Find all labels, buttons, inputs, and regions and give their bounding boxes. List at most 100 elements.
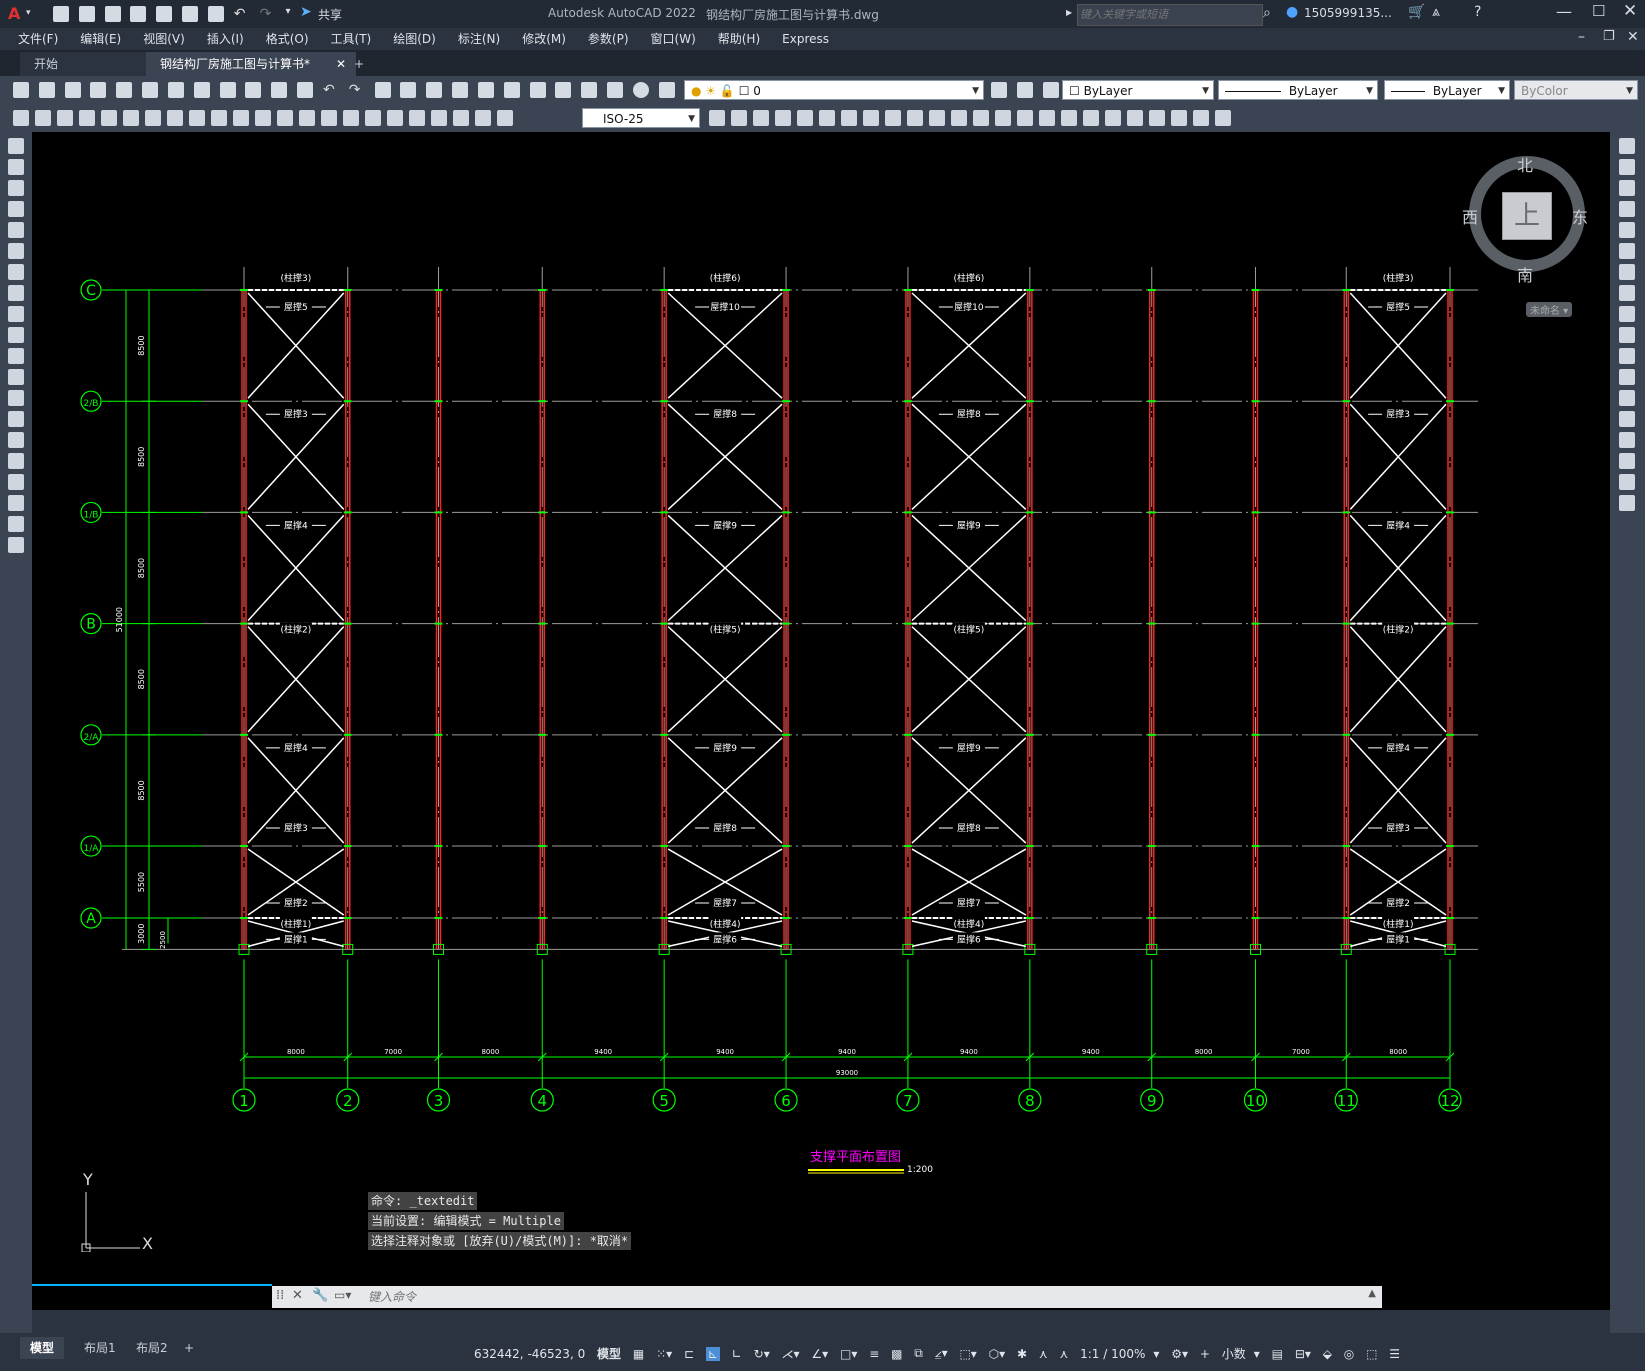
dim-quick-icon[interactable] — [255, 110, 271, 126]
snap-icon[interactable]: ⁙▾ — [656, 1347, 672, 1361]
plotstyle-combo[interactable]: ByColor ▼ — [1514, 80, 1638, 100]
cone-icon[interactable] — [929, 110, 945, 126]
zoom-realtime-icon[interactable] — [400, 82, 417, 98]
dim-angular-icon[interactable] — [233, 110, 249, 126]
user-name[interactable]: 1505999135... — [1304, 6, 1392, 20]
revcloud-icon[interactable] — [8, 285, 24, 301]
tab-start[interactable]: 开始 — [20, 52, 158, 76]
move-icon[interactable] — [1619, 243, 1635, 259]
app-menu-chevron-icon[interactable]: ▾ — [26, 8, 31, 18]
units-dropdown[interactable]: 小数 — [1222, 1345, 1246, 1362]
dim-tolerance-icon[interactable] — [365, 110, 381, 126]
array-icon[interactable] — [1619, 222, 1635, 238]
shell-icon[interactable] — [1215, 110, 1231, 126]
planar-icon[interactable] — [1061, 110, 1077, 126]
tab-layout1[interactable]: 布局1 — [74, 1337, 126, 1359]
pan-icon[interactable] — [374, 82, 391, 98]
viewcube[interactable]: 上 北 南 东 西 — [1462, 152, 1598, 285]
slice-icon[interactable] — [1083, 110, 1099, 126]
revolve-icon[interactable] — [841, 110, 857, 126]
dim-ordinate-icon[interactable] — [145, 110, 161, 126]
block-editor-icon[interactable] — [297, 82, 314, 98]
erase-icon[interactable] — [1619, 138, 1635, 154]
presspull-icon[interactable] — [797, 110, 813, 126]
dim-aligned-icon[interactable] — [101, 110, 117, 126]
menu-item-6[interactable]: 绘图(D) — [382, 28, 447, 50]
close-icon[interactable]: ✕ — [1623, 1, 1637, 21]
arc-icon[interactable] — [8, 243, 24, 259]
clean-screen-icon[interactable]: ⬚ — [1366, 1347, 1377, 1361]
sheet-set-icon[interactable] — [555, 82, 572, 98]
undo-icon[interactable]: ↶ — [234, 6, 250, 22]
chamfer-icon[interactable] — [1619, 432, 1635, 448]
maximize-icon[interactable]: ☐ — [1592, 2, 1605, 20]
menu-item-4[interactable]: 格式(O) — [255, 28, 320, 50]
polygon-icon[interactable] — [8, 201, 24, 217]
tab-active-drawing[interactable]: 钢结构厂房施工图与计算书* ✕ — [146, 52, 356, 76]
extrude-icon[interactable] — [775, 110, 791, 126]
polyline-icon[interactable] — [8, 180, 24, 196]
lineweight-icon[interactable]: ≡ — [869, 1347, 879, 1361]
gradient-icon[interactable] — [8, 453, 24, 469]
markup-icon[interactable] — [581, 82, 598, 98]
line-icon[interactable] — [8, 138, 24, 154]
join-icon[interactable] — [1619, 411, 1635, 427]
command-line[interactable]: ⁞⁞ ✕ 🔧 ▭▾ ▲ — [272, 1286, 1382, 1308]
selection-filter-icon[interactable]: ⬡▾ — [989, 1347, 1006, 1361]
command-grip-icon[interactable]: ⁞⁞ — [276, 1288, 284, 1303]
mtext-icon[interactable] — [8, 516, 24, 532]
dim-style-combo[interactable]: ISO-25 ▼ — [582, 108, 700, 128]
layer-properties-icon[interactable] — [658, 82, 675, 98]
open-icon[interactable] — [38, 82, 55, 98]
torus-icon[interactable] — [995, 110, 1011, 126]
layer-previous-icon[interactable] — [1016, 82, 1033, 98]
layer-combo[interactable]: ● ☀ 🔓 ☐ 0 ▼ — [684, 80, 984, 100]
make-block-icon[interactable] — [8, 390, 24, 406]
xline-icon[interactable] — [8, 159, 24, 175]
dim-continue-icon[interactable] — [299, 110, 315, 126]
dynamic-input-icon[interactable]: ⊾ — [705, 1346, 720, 1361]
tool-palettes-icon[interactable] — [529, 82, 546, 98]
rotate-icon[interactable] — [1619, 264, 1635, 280]
menu-item-3[interactable]: 插入(I) — [196, 28, 255, 50]
tab-add-layout[interactable]: + — [176, 1337, 202, 1359]
3d-osnap-icon[interactable]: ⦤▾ — [935, 1346, 948, 1361]
dim-oblique-icon[interactable] — [453, 110, 469, 126]
point-icon[interactable] — [8, 411, 24, 427]
polysolid-icon[interactable] — [1039, 110, 1055, 126]
dim-inspect-icon[interactable] — [409, 110, 425, 126]
dynamic-ucs-icon[interactable]: ⬚▾ — [959, 1347, 976, 1361]
table-icon[interactable] — [8, 495, 24, 511]
command-close-icon[interactable]: ✕ — [292, 1288, 303, 1303]
autodesk-a360-icon[interactable]: ⩓ — [1432, 4, 1440, 20]
linetype-combo[interactable]: ByLayer ▼ — [1218, 80, 1378, 100]
cart-icon[interactable]: 🛒 — [1408, 4, 1425, 20]
menu-item-12[interactable]: Express — [771, 28, 840, 50]
layer-states-icon[interactable] — [1042, 82, 1059, 98]
circle-icon[interactable] — [8, 264, 24, 280]
dim-baseline-icon[interactable] — [277, 110, 293, 126]
zoom-previous-icon[interactable] — [452, 82, 469, 98]
qnew-icon[interactable] — [13, 82, 29, 98]
union-icon[interactable] — [709, 110, 725, 126]
doc-restore-icon[interactable]: ❐ — [1603, 29, 1615, 44]
break-at-point-icon[interactable] — [1619, 369, 1635, 385]
trim-icon[interactable] — [1619, 327, 1635, 343]
loft-icon[interactable] — [863, 110, 879, 126]
help-icon[interactable]: ? — [1474, 4, 1481, 20]
search-icon[interactable]: ⌕ — [1263, 5, 1271, 21]
selection-cycling-icon[interactable]: ⧉ — [914, 1346, 923, 1361]
thicken-icon[interactable] — [1149, 110, 1165, 126]
units-dropdown-icon[interactable]: ▾ — [1254, 1347, 1260, 1361]
extend-icon[interactable] — [1619, 348, 1635, 364]
pyramid-icon[interactable] — [1017, 110, 1033, 126]
annotation-visibility-icon[interactable]: ⋏ — [1039, 1347, 1048, 1361]
mirror-icon[interactable] — [1619, 180, 1635, 196]
offset-icon[interactable] — [1619, 201, 1635, 217]
open-web-icon[interactable] — [156, 6, 173, 22]
undo-tb-icon[interactable]: ↶ — [323, 82, 339, 98]
share-button[interactable]: 共享 — [318, 6, 342, 23]
annotation-scale-dropdown-icon[interactable]: ▾ — [1153, 1347, 1159, 1361]
model-space-toggle[interactable]: 模型 — [597, 1345, 621, 1362]
menu-item-0[interactable]: 文件(F) — [7, 28, 69, 50]
